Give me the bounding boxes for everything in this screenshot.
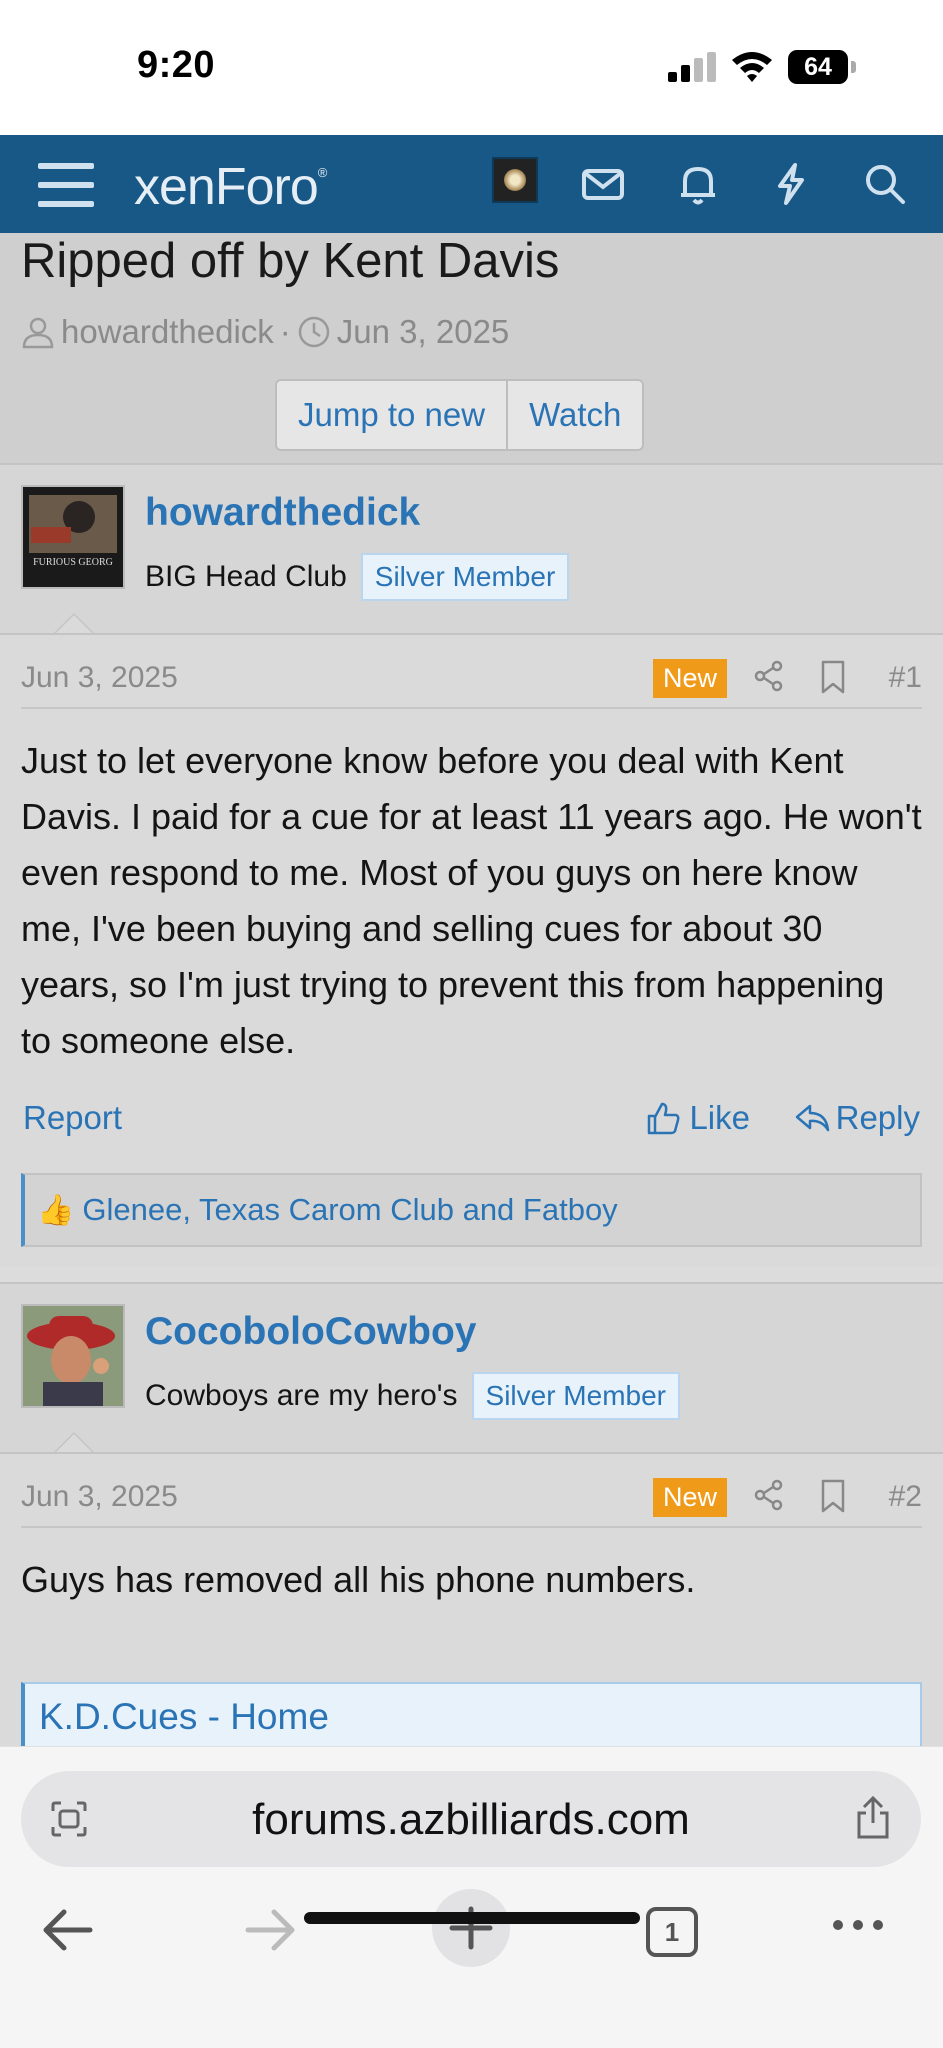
like-button[interactable]: Like <box>645 1099 750 1137</box>
post-1-new-badge: New <box>652 659 727 698</box>
post-1-user-title-row: BIG Head Club Silver Member <box>145 553 570 601</box>
post-1-body: Jun 3, 2025 New #1 Just to let everyone … <box>0 633 943 1267</box>
post-2-message: Guys has removed all his phone numbers. <box>21 1559 696 1600</box>
wifi-icon <box>732 52 772 82</box>
share-icon[interactable] <box>752 659 786 693</box>
bell-icon[interactable] <box>675 161 721 207</box>
reaction-users: Glenee, Texas Carom Club and Fatboy <box>82 1192 618 1227</box>
forward-arrow-icon[interactable] <box>242 1905 298 1955</box>
post-1-user-title: BIG Head Club <box>145 560 347 593</box>
avatar-image <box>23 1306 123 1406</box>
battery-cap <box>851 61 856 73</box>
thread-date[interactable]: Jun 3, 2025 <box>337 313 509 351</box>
plus-icon <box>449 1906 493 1950</box>
like-label: Like <box>689 1099 750 1136</box>
address-bar[interactable]: forums.azbilliards.com <box>21 1771 921 1867</box>
post-1-number[interactable]: #1 <box>889 661 922 695</box>
more-icon[interactable] <box>830 1917 886 1933</box>
menu-icon[interactable] <box>38 163 94 207</box>
thumbs-up-icon <box>648 1102 680 1135</box>
post-1-caret <box>52 613 96 635</box>
thread-header: Ripped off by Kent Davis howardthedick ·… <box>0 233 943 463</box>
forum-nav-bar: xenForo® <box>0 135 943 233</box>
tabs-button[interactable]: 1 <box>646 1907 698 1957</box>
post-1-member-banner: Silver Member <box>360 553 570 601</box>
thread-actions: Jump to new Watch <box>275 379 645 451</box>
back-arrow-icon[interactable] <box>40 1905 96 1955</box>
cellular-signal-icon <box>668 52 716 82</box>
post-2-user-title: Cowboys are my hero's <box>145 1379 458 1412</box>
bookmark-icon[interactable] <box>816 659 850 695</box>
avatar-caption: FURIOUS GEORG <box>33 557 113 568</box>
post-1-avatar[interactable]: FURIOUS GEORG <box>21 485 125 589</box>
post-2-caret <box>52 1432 96 1454</box>
user-icon <box>22 317 54 349</box>
share-icon[interactable] <box>752 1478 786 1512</box>
reply-icon <box>795 1104 829 1132</box>
lightning-icon[interactable] <box>768 161 814 207</box>
avatar-image: FURIOUS GEORG <box>23 487 123 587</box>
new-tab-button[interactable] <box>432 1889 510 1967</box>
post-2-date[interactable]: Jun 3, 2025 <box>21 1480 178 1514</box>
status-bar: 9:20 64 <box>0 0 943 135</box>
search-icon[interactable] <box>862 161 908 207</box>
bookmark-icon[interactable] <box>816 1478 850 1514</box>
logo-trademark: ® <box>317 165 328 180</box>
thread-meta: howardthedick · Jun 3, 2025 <box>21 313 509 351</box>
post-2-member-banner: Silver Member <box>471 1372 680 1420</box>
reply-button[interactable]: Reply <box>794 1099 920 1137</box>
browser-nav: 1 <box>0 1877 943 1977</box>
post-1-message: Just to let everyone know before you dea… <box>21 740 922 1061</box>
status-time: 9:20 <box>137 44 216 86</box>
jump-to-new-button[interactable]: Jump to new <box>277 381 506 449</box>
post-2-user-title-row: Cowboys are my hero's Silver Member <box>145 1372 680 1420</box>
post-2-user-block: CocoboloCowboy Cowboys are my hero's Sil… <box>0 1282 943 1454</box>
post-2-avatar[interactable] <box>21 1304 125 1408</box>
thread-title: Ripped off by Kent Davis <box>21 234 560 288</box>
forum-logo[interactable]: xenForo® <box>134 157 328 217</box>
inbox-icon[interactable] <box>580 161 626 207</box>
user-avatar[interactable] <box>492 157 538 203</box>
post-1-actions: Report Like Reply <box>23 1099 920 1149</box>
post-2-meta: Jun 3, 2025 New #2 <box>21 1454 922 1528</box>
watch-button[interactable]: Watch <box>506 381 642 449</box>
url-text: forums.azbilliards.com <box>252 1795 690 1844</box>
post-1-meta: Jun 3, 2025 New #1 <box>21 635 922 709</box>
logo-text: xenForo <box>134 158 319 216</box>
post-2-username[interactable]: CocoboloCowboy <box>145 1310 476 1354</box>
thread-author[interactable]: howardthedick <box>61 313 274 351</box>
post-1-date[interactable]: Jun 3, 2025 <box>21 661 178 695</box>
meta-separator: · <box>279 313 291 350</box>
post-2-new-badge: New <box>652 1478 727 1517</box>
report-link[interactable]: Report <box>23 1099 122 1137</box>
reply-label: Reply <box>835 1099 920 1136</box>
browser-toolbar: forums.azbilliards.com 1 <box>0 1746 943 2048</box>
home-indicator[interactable] <box>304 1912 640 1924</box>
like-reaction-icon: 👍 <box>37 1193 75 1227</box>
post-1-user-block: FURIOUS GEORG howardthedick BIG Head Clu… <box>0 463 943 635</box>
post-2-body: Jun 3, 2025 New #2 Guys has removed all … <box>0 1452 943 1762</box>
post-1-reactions[interactable]: 👍 Glenee, Texas Carom Club and Fatboy <box>21 1173 922 1247</box>
clock-icon <box>298 316 330 348</box>
battery-indicator: 64 <box>788 50 848 84</box>
share-sheet-icon[interactable] <box>853 1795 893 1841</box>
post-2-number[interactable]: #2 <box>889 1480 922 1514</box>
post-1-username[interactable]: howardthedick <box>145 491 420 535</box>
link-title: K.D.Cues - Home <box>39 1696 329 1737</box>
